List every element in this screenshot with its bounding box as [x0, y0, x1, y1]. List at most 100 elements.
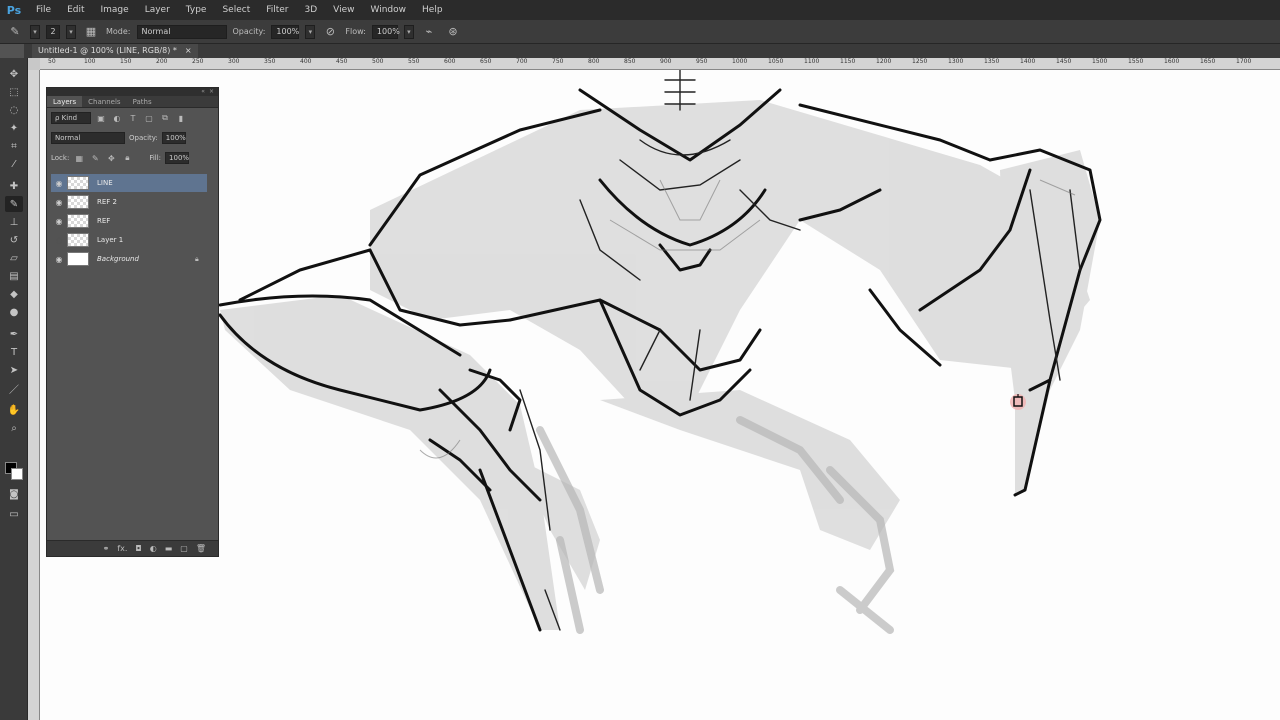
- shape-tool-icon[interactable]: ／: [5, 380, 23, 396]
- airbrush-icon[interactable]: ⌁: [420, 23, 438, 41]
- stamp-tool-icon[interactable]: ⊥: [5, 214, 23, 230]
- menu-layer[interactable]: Layer: [137, 0, 178, 20]
- ruler-tick-label: 850: [624, 58, 636, 65]
- layer-row-line[interactable]: ◉ LINE: [51, 174, 207, 192]
- fill-field[interactable]: 100%: [165, 152, 189, 164]
- marquee-tool-icon[interactable]: ⬚: [5, 84, 23, 100]
- eraser-tool-icon[interactable]: ▱: [5, 250, 23, 266]
- ps-logo: Ps: [6, 3, 22, 17]
- type-tool-icon[interactable]: T: [5, 344, 23, 360]
- healing-tool-icon[interactable]: ✚: [5, 178, 23, 194]
- folder-icon[interactable]: ▬: [165, 544, 173, 553]
- menu-image[interactable]: Image: [93, 0, 137, 20]
- opacity-field[interactable]: 100%: [271, 24, 300, 39]
- visibility-eye-icon[interactable]: ◉: [51, 179, 67, 188]
- mode-select[interactable]: Normal: [136, 24, 227, 39]
- brush-tool-icon[interactable]: ✎: [6, 23, 24, 41]
- dodge-tool-icon[interactable]: ●: [5, 304, 23, 320]
- hand-tool-icon[interactable]: ✋: [5, 402, 23, 418]
- layer-row-background[interactable]: ◉ Background 🔒︎: [51, 250, 207, 268]
- tab-layers[interactable]: Layers: [47, 96, 83, 107]
- layer-opacity-field[interactable]: 100%: [161, 132, 186, 144]
- ruler-tick-label: 350: [264, 58, 276, 65]
- crop-tool-icon[interactable]: ⌗: [5, 138, 23, 154]
- ruler-tick-label: 750: [552, 58, 564, 65]
- path-select-tool-icon[interactable]: ➤: [5, 362, 23, 378]
- lasso-tool-icon[interactable]: ◌: [5, 102, 23, 118]
- close-icon[interactable]: ×: [185, 44, 192, 58]
- layer-name: LINE: [97, 179, 113, 187]
- close-panel-icon[interactable]: ×: [209, 88, 214, 96]
- background-color-swatch[interactable]: [11, 468, 23, 480]
- filter-shape-icon[interactable]: ▢: [143, 112, 155, 124]
- quick-mask-icon[interactable]: ◙: [5, 486, 23, 502]
- filter-toggle-icon[interactable]: ▮: [175, 112, 187, 124]
- trash-icon[interactable]: 🗑︎: [196, 544, 206, 553]
- menu-view[interactable]: View: [325, 0, 362, 20]
- brush-size-field[interactable]: 2: [46, 24, 60, 39]
- lock-all-icon[interactable]: 🔒︎: [121, 152, 133, 164]
- layer-thumbnail: [67, 176, 89, 190]
- brush-preset-arrow[interactable]: ▾: [66, 24, 76, 39]
- ruler-tick-label: 800: [588, 58, 600, 65]
- ruler-tick-label: 1500: [1092, 58, 1108, 65]
- filter-smart-icon[interactable]: ⧉: [159, 112, 171, 124]
- menu-select[interactable]: Select: [214, 0, 258, 20]
- flow-field[interactable]: 100%: [371, 24, 400, 39]
- menu-edit[interactable]: Edit: [59, 0, 92, 20]
- lock-pixels-icon[interactable]: ✎: [89, 152, 101, 164]
- menu-type[interactable]: Type: [178, 0, 215, 20]
- filter-pixel-icon[interactable]: ▣: [95, 112, 107, 124]
- canvas[interactable]: [40, 70, 1280, 720]
- layer-row-layer1[interactable]: ◉ Layer 1: [51, 231, 207, 249]
- lock-transparent-icon[interactable]: ▦: [73, 152, 85, 164]
- lock-position-icon[interactable]: ✥: [105, 152, 117, 164]
- gradient-tool-icon[interactable]: ▤: [5, 268, 23, 284]
- ruler-tick-label: 1650: [1200, 58, 1216, 65]
- tab-paths[interactable]: Paths: [127, 96, 158, 107]
- layer-row-ref[interactable]: ◉ REF: [51, 212, 207, 230]
- visibility-eye-icon[interactable]: ◉: [51, 255, 67, 264]
- quick-select-tool-icon[interactable]: ✦: [5, 120, 23, 136]
- visibility-eye-icon[interactable]: ◉: [51, 198, 67, 207]
- blur-tool-icon[interactable]: ◆: [5, 286, 23, 302]
- zoom-tool-icon[interactable]: ⌕: [5, 420, 23, 436]
- tool-preset-arrow[interactable]: ▾: [30, 24, 40, 39]
- menu-window[interactable]: Window: [363, 0, 415, 20]
- layer-row-ref2[interactable]: ◉ REF 2: [51, 193, 207, 211]
- opacity-arrow[interactable]: ▾: [305, 24, 316, 39]
- menu-file[interactable]: File: [28, 0, 59, 20]
- document-tab[interactable]: Untitled-1 @ 100% (LINE, RGB/8) * ×: [32, 44, 198, 58]
- menu-3d[interactable]: 3D: [297, 0, 326, 20]
- adjustment-icon[interactable]: ◐: [150, 544, 157, 553]
- layer-name: REF: [97, 217, 111, 225]
- history-brush-tool-icon[interactable]: ↺: [5, 232, 23, 248]
- kind-filter-select[interactable]: ρ Kind: [51, 112, 91, 124]
- tab-channels[interactable]: Channels: [82, 96, 126, 107]
- ruler-tick-label: 550: [408, 58, 420, 65]
- menu-filter[interactable]: Filter: [258, 0, 296, 20]
- menu-help[interactable]: Help: [414, 0, 451, 20]
- new-layer-icon[interactable]: ▢: [180, 544, 188, 553]
- ruler-top: 50 100 150 200 250 300 350 400 450 500 550 600 650 70…: [40, 58, 1280, 70]
- move-tool-icon[interactable]: ✥: [5, 66, 23, 82]
- ruler-tick-label: 1350: [984, 58, 1000, 65]
- blend-mode-select[interactable]: Normal: [51, 132, 125, 144]
- filter-adjustment-icon[interactable]: ◐: [111, 112, 123, 124]
- visibility-off-box[interactable]: ◉: [51, 236, 67, 245]
- pressure-opacity-icon[interactable]: ⊘: [321, 23, 339, 41]
- visibility-eye-icon[interactable]: ◉: [51, 217, 67, 226]
- brush-tool-icon[interactable]: ✎: [5, 196, 23, 212]
- flow-arrow[interactable]: ▾: [403, 24, 414, 39]
- brush-panel-icon[interactable]: ▦: [82, 23, 100, 41]
- fx-icon[interactable]: fx.: [117, 544, 127, 553]
- pen-tool-icon[interactable]: ✒: [5, 326, 23, 342]
- link-icon[interactable]: ⚭: [103, 544, 110, 553]
- pressure-size-icon[interactable]: ⊛: [444, 23, 462, 41]
- screen-mode-icon[interactable]: ▭: [5, 506, 23, 522]
- filter-type-icon[interactable]: T: [127, 112, 139, 124]
- mask-icon[interactable]: ◘: [135, 544, 141, 553]
- collapse-icon[interactable]: «: [201, 88, 205, 96]
- eyedropper-tool-icon[interactable]: ⁄: [5, 156, 23, 172]
- ruler-tick-label: 1450: [1056, 58, 1072, 65]
